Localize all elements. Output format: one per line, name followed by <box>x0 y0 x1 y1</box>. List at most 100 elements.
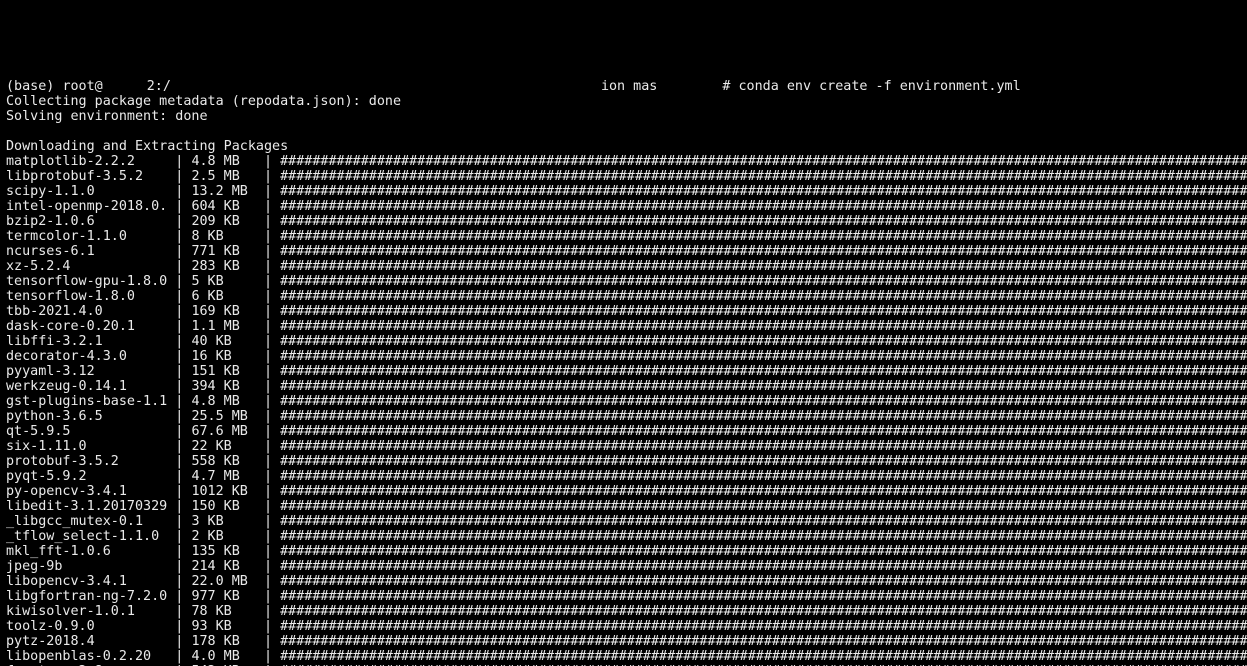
pipe: | <box>256 619 280 634</box>
redacted-tail <box>657 82 722 94</box>
package-name: freetype-2.8 <box>6 664 167 666</box>
package-row: protobuf-3.5.2 | 558 KB | ##############… <box>6 454 1241 469</box>
pipe: | <box>167 529 191 544</box>
package-row: libedit-3.1.20170329 | 150 KB | ########… <box>6 499 1241 514</box>
redacted-host <box>103 82 147 94</box>
package-name: pyyaml-3.12 <box>6 364 167 379</box>
package-row: dask-core-0.20.1 | 1.1 MB | ############… <box>6 319 1241 334</box>
package-row: bzip2-1.0.6 | 209 KB | #################… <box>6 214 1241 229</box>
pipe: | <box>167 319 191 334</box>
package-name: tbb-2021.4.0 <box>6 304 167 319</box>
pipe: | <box>167 574 191 589</box>
package-name: decorator-4.3.0 <box>6 349 167 364</box>
progress-bar: ########################################… <box>280 634 1247 649</box>
pipe: | <box>167 379 191 394</box>
package-name: protobuf-3.5.2 <box>6 454 167 469</box>
status-line: Collecting package metadata (repodata.js… <box>6 94 1241 109</box>
progress-bar: ########################################… <box>280 574 1247 589</box>
package-size: 4.7 MB <box>191 469 256 484</box>
package-size: 214 KB <box>191 559 256 574</box>
package-row: decorator-4.3.0 | 16 KB | ##############… <box>6 349 1241 364</box>
prompt-line: (base) root@2:/ion mas# conda env create… <box>6 79 1241 94</box>
progress-bar: ########################################… <box>280 169 1247 184</box>
package-size: 394 KB <box>191 379 256 394</box>
package-row: tensorflow-gpu-1.8.0 | 5 KB | ##########… <box>6 274 1241 289</box>
pipe: | <box>256 184 280 199</box>
pipe: | <box>167 274 191 289</box>
pipe: | <box>256 454 280 469</box>
package-name: termcolor-1.1.0 <box>6 229 167 244</box>
package-row: pyyaml-3.12 | 151 KB | #################… <box>6 364 1241 379</box>
pipe: | <box>167 544 191 559</box>
package-name: gst-plugins-base-1.1 <box>6 394 167 409</box>
package-name: _libgcc_mutex-0.1 <box>6 514 167 529</box>
package-name: mkl_fft-1.0.6 <box>6 544 167 559</box>
pipe: | <box>256 304 280 319</box>
package-row: gst-plugins-base-1.1 | 4.8 MB | ########… <box>6 394 1241 409</box>
pipe: | <box>256 514 280 529</box>
pipe: | <box>167 349 191 364</box>
package-size: 4.8 MB <box>191 154 256 169</box>
package-name: bzip2-1.0.6 <box>6 214 167 229</box>
progress-bar: ########################################… <box>280 604 1247 619</box>
package-row: xz-5.2.4 | 283 KB | ####################… <box>6 259 1241 274</box>
progress-bar: ########################################… <box>280 544 1247 559</box>
pipe: | <box>167 154 191 169</box>
pipe: | <box>167 589 191 604</box>
package-name: qt-5.9.5 <box>6 424 167 439</box>
progress-bar: ########################################… <box>280 394 1247 409</box>
package-name: libedit-3.1.20170329 <box>6 499 167 514</box>
progress-bar: ########################################… <box>280 244 1247 259</box>
package-row: toolz-0.9.0 | 93 KB | ##################… <box>6 619 1241 634</box>
progress-bar: ########################################… <box>280 349 1247 364</box>
pipe: | <box>256 544 280 559</box>
pipe: | <box>256 289 280 304</box>
package-size: 604 KB <box>191 199 256 214</box>
package-row: libprotobuf-3.5.2 | 2.5 MB | ###########… <box>6 169 1241 184</box>
package-size: 6 KB <box>191 289 256 304</box>
package-row: jpeg-9b | 214 KB | #####################… <box>6 559 1241 574</box>
package-size: 3 KB <box>191 514 256 529</box>
progress-bar: ########################################… <box>280 154 1247 169</box>
pipe: | <box>256 394 280 409</box>
progress-bar: ########################################… <box>280 424 1247 439</box>
prompt-path-tail: ion mas <box>601 79 657 94</box>
package-row: termcolor-1.1.0 | 8 KB | ###############… <box>6 229 1241 244</box>
package-name: python-3.6.5 <box>6 409 167 424</box>
progress-bar: ########################################… <box>280 454 1247 469</box>
pipe: | <box>167 229 191 244</box>
terminal-output[interactable]: (base) root@2:/ion mas# conda env create… <box>0 75 1247 666</box>
pipe: | <box>256 499 280 514</box>
package-size: 150 KB <box>191 499 256 514</box>
status-line: Solving environment: done <box>6 109 1241 124</box>
package-row: pytz-2018.4 | 178 KB | #################… <box>6 634 1241 649</box>
progress-bar: ########################################… <box>280 619 1247 634</box>
pipe: | <box>256 574 280 589</box>
pipe: | <box>256 484 280 499</box>
progress-bar: ########################################… <box>280 409 1247 424</box>
package-row: libffi-3.2.1 | 40 KB | #################… <box>6 334 1241 349</box>
package-name: pyqt-5.9.2 <box>6 469 167 484</box>
package-size: 16 KB <box>191 349 256 364</box>
package-size: 4.8 MB <box>191 394 256 409</box>
package-name: ncurses-6.1 <box>6 244 167 259</box>
package-size: 2 KB <box>191 529 256 544</box>
progress-bar: ########################################… <box>280 199 1247 214</box>
progress-bar: ########################################… <box>280 529 1247 544</box>
progress-bar: ########################################… <box>280 229 1247 244</box>
package-size: 977 KB <box>191 589 256 604</box>
package-row: _libgcc_mutex-0.1 | 3 KB | #############… <box>6 514 1241 529</box>
package-row: matplotlib-2.2.2 | 4.8 MB | ############… <box>6 154 1241 169</box>
progress-bar: ########################################… <box>280 334 1247 349</box>
pipe: | <box>167 454 191 469</box>
pipe: | <box>167 184 191 199</box>
package-size: 283 KB <box>191 259 256 274</box>
package-row: ncurses-6.1 | 771 KB | #################… <box>6 244 1241 259</box>
pipe: | <box>167 304 191 319</box>
package-name: libopencv-3.4.1 <box>6 574 167 589</box>
package-name: libgfortran-ng-7.2.0 <box>6 589 167 604</box>
pipe: | <box>167 604 191 619</box>
pipe: | <box>167 334 191 349</box>
pipe: | <box>167 244 191 259</box>
pipe: | <box>256 469 280 484</box>
